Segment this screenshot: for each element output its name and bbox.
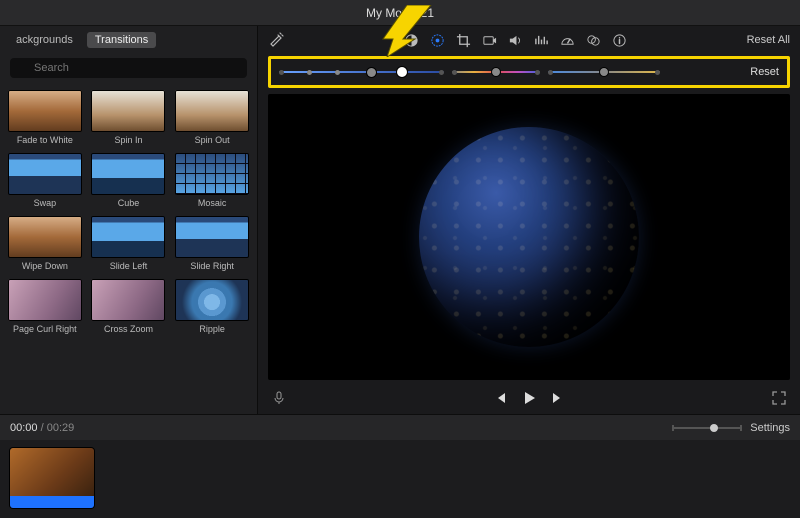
transition-thumb bbox=[175, 90, 249, 132]
tab-backgrounds[interactable]: ackgrounds bbox=[8, 32, 81, 48]
reset-button[interactable]: Reset bbox=[750, 66, 779, 78]
filters-icon[interactable] bbox=[585, 32, 601, 48]
title-bar: My Movie 21 bbox=[0, 0, 800, 26]
tab-transitions[interactable]: Transitions bbox=[87, 32, 156, 48]
transition-item[interactable]: Mosaic bbox=[173, 153, 251, 208]
browser-panel: ackgrounds Transitions 🔍 Fade to WhiteSp… bbox=[0, 26, 258, 414]
transition-label: Cube bbox=[118, 198, 140, 208]
transition-thumb bbox=[8, 216, 82, 258]
timecode: 00:00 / 00:29 bbox=[10, 422, 74, 434]
next-icon[interactable] bbox=[551, 391, 565, 408]
browser-tabs: ackgrounds Transitions bbox=[0, 26, 257, 54]
saturation-slider[interactable] bbox=[452, 65, 540, 79]
project-title: My Movie 21 bbox=[366, 6, 434, 20]
color-balance-icon[interactable] bbox=[403, 32, 419, 48]
magic-wand-icon[interactable] bbox=[268, 31, 284, 50]
transitions-grid: Fade to White Spin In Spin Out Swap Cube Mosa… bbox=[0, 86, 257, 414]
inspector-toolbar: Reset All bbox=[258, 26, 800, 54]
transition-thumb bbox=[8, 90, 82, 132]
transition-thumb bbox=[91, 153, 165, 195]
timeline-toolbar: 00:00 / 00:29 Settings bbox=[0, 414, 800, 440]
transition-label: Page Curl Right bbox=[13, 324, 77, 334]
transition-item[interactable]: Cube bbox=[90, 153, 168, 208]
transition-item[interactable]: Ripple bbox=[173, 279, 251, 334]
preview-content bbox=[419, 127, 639, 347]
transition-item[interactable]: Swap bbox=[6, 153, 84, 208]
transition-item[interactable]: Cross Zoom bbox=[90, 279, 168, 334]
transition-thumb bbox=[8, 279, 82, 321]
reset-all-button[interactable]: Reset All bbox=[747, 34, 790, 46]
transition-thumb bbox=[8, 153, 82, 195]
fullscreen-icon[interactable] bbox=[772, 391, 786, 408]
temperature-slider[interactable] bbox=[548, 65, 660, 79]
noise-reduction-icon[interactable] bbox=[533, 32, 549, 48]
transition-label: Swap bbox=[34, 198, 57, 208]
transition-item[interactable]: Slide Right bbox=[173, 216, 251, 271]
transition-thumb bbox=[91, 90, 165, 132]
transition-thumb bbox=[91, 279, 165, 321]
prev-icon[interactable] bbox=[493, 391, 507, 408]
transition-item[interactable]: Slide Left bbox=[90, 216, 168, 271]
volume-icon[interactable] bbox=[507, 32, 523, 48]
transition-label: Spin Out bbox=[195, 135, 230, 145]
transition-thumb bbox=[175, 153, 249, 195]
transition-label: Mosaic bbox=[198, 198, 227, 208]
playback-controls bbox=[258, 384, 800, 414]
transition-label: Cross Zoom bbox=[104, 324, 153, 334]
stabilization-icon[interactable] bbox=[481, 32, 497, 48]
transition-item[interactable]: Spin In bbox=[90, 90, 168, 145]
color-adjust-bar: Reset bbox=[268, 56, 790, 88]
transition-label: Ripple bbox=[199, 324, 225, 334]
transition-label: Wipe Down bbox=[22, 261, 68, 271]
transition-item[interactable]: Page Curl Right bbox=[6, 279, 84, 334]
transition-label: Slide Left bbox=[110, 261, 148, 271]
exposure-slider[interactable] bbox=[279, 65, 444, 79]
transition-thumb bbox=[91, 216, 165, 258]
clip-thumbnail bbox=[10, 448, 94, 496]
transition-item[interactable]: Spin Out bbox=[173, 90, 251, 145]
play-icon[interactable] bbox=[521, 390, 537, 409]
mic-icon[interactable] bbox=[272, 391, 286, 408]
preview-viewer[interactable] bbox=[268, 94, 790, 380]
zoom-slider[interactable] bbox=[672, 427, 742, 429]
transition-thumb bbox=[175, 216, 249, 258]
color-correction-icon[interactable] bbox=[429, 32, 445, 48]
settings-button[interactable]: Settings bbox=[750, 422, 790, 434]
timeline-clip[interactable] bbox=[10, 448, 94, 508]
crop-icon[interactable] bbox=[455, 32, 471, 48]
transition-item[interactable]: Fade to White bbox=[6, 90, 84, 145]
timeline[interactable] bbox=[0, 440, 800, 518]
viewer-panel: Reset All bbox=[258, 26, 800, 414]
search-input[interactable] bbox=[10, 58, 247, 78]
transition-thumb bbox=[175, 279, 249, 321]
speed-icon[interactable] bbox=[559, 32, 575, 48]
transition-label: Spin In bbox=[114, 135, 142, 145]
info-icon[interactable] bbox=[611, 32, 627, 48]
transition-label: Fade to White bbox=[17, 135, 73, 145]
transition-item[interactable]: Wipe Down bbox=[6, 216, 84, 271]
transition-label: Slide Right bbox=[190, 261, 234, 271]
clip-audio-track bbox=[10, 496, 94, 508]
